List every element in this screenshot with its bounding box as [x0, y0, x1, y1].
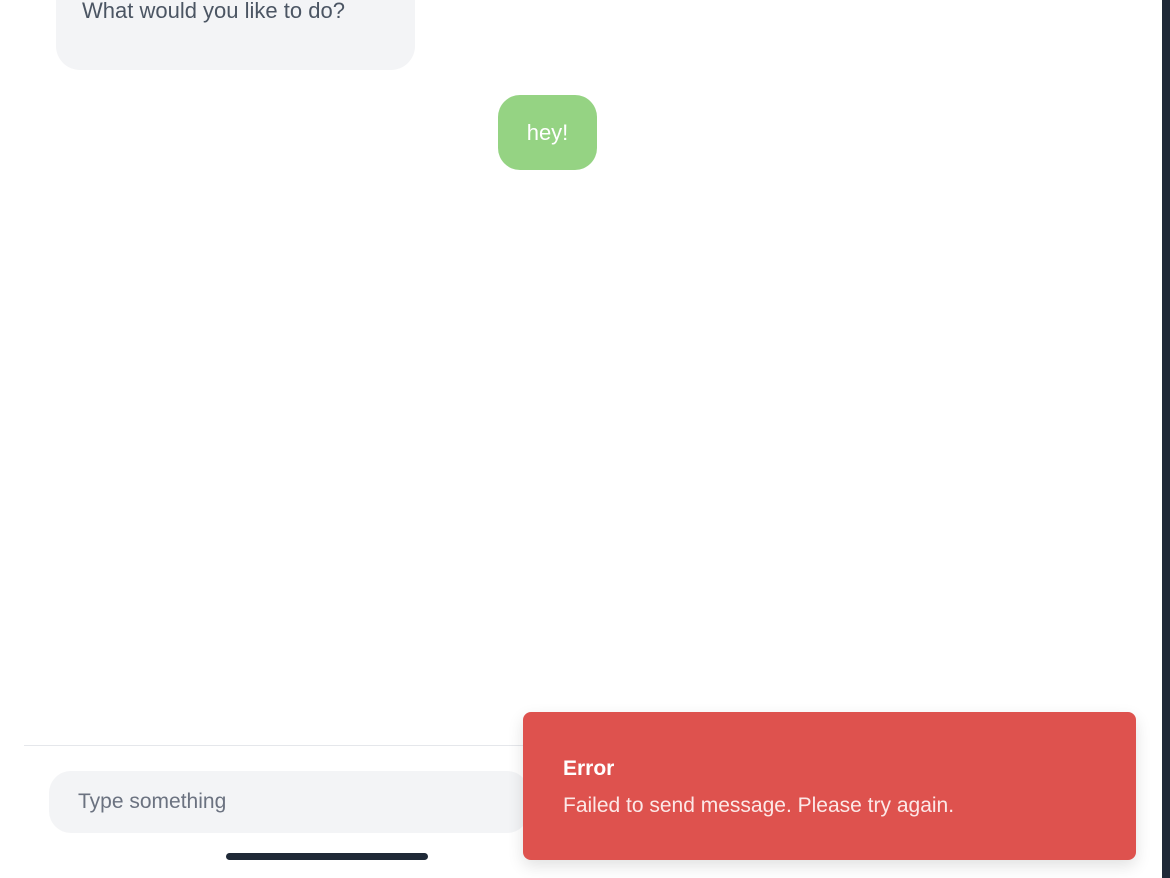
chat-screen: What would you like to do? hey! Error Fa…: [0, 0, 1170, 878]
error-toast[interactable]: Error Failed to send message. Please try…: [523, 712, 1136, 860]
toast-message: Failed to send message. Please try again…: [563, 794, 955, 818]
user-message-bubble: hey!: [498, 95, 597, 170]
composer-divider: [24, 745, 524, 746]
message-input[interactable]: [49, 771, 529, 833]
window-edge: [1162, 0, 1170, 878]
bot-message-text: What would you like to do?: [82, 0, 345, 23]
bot-message-bubble: What would you like to do?: [56, 0, 415, 70]
toast-title: Error: [563, 757, 615, 780]
home-indicator: [226, 853, 428, 860]
user-message-text: hey!: [526, 119, 569, 145]
